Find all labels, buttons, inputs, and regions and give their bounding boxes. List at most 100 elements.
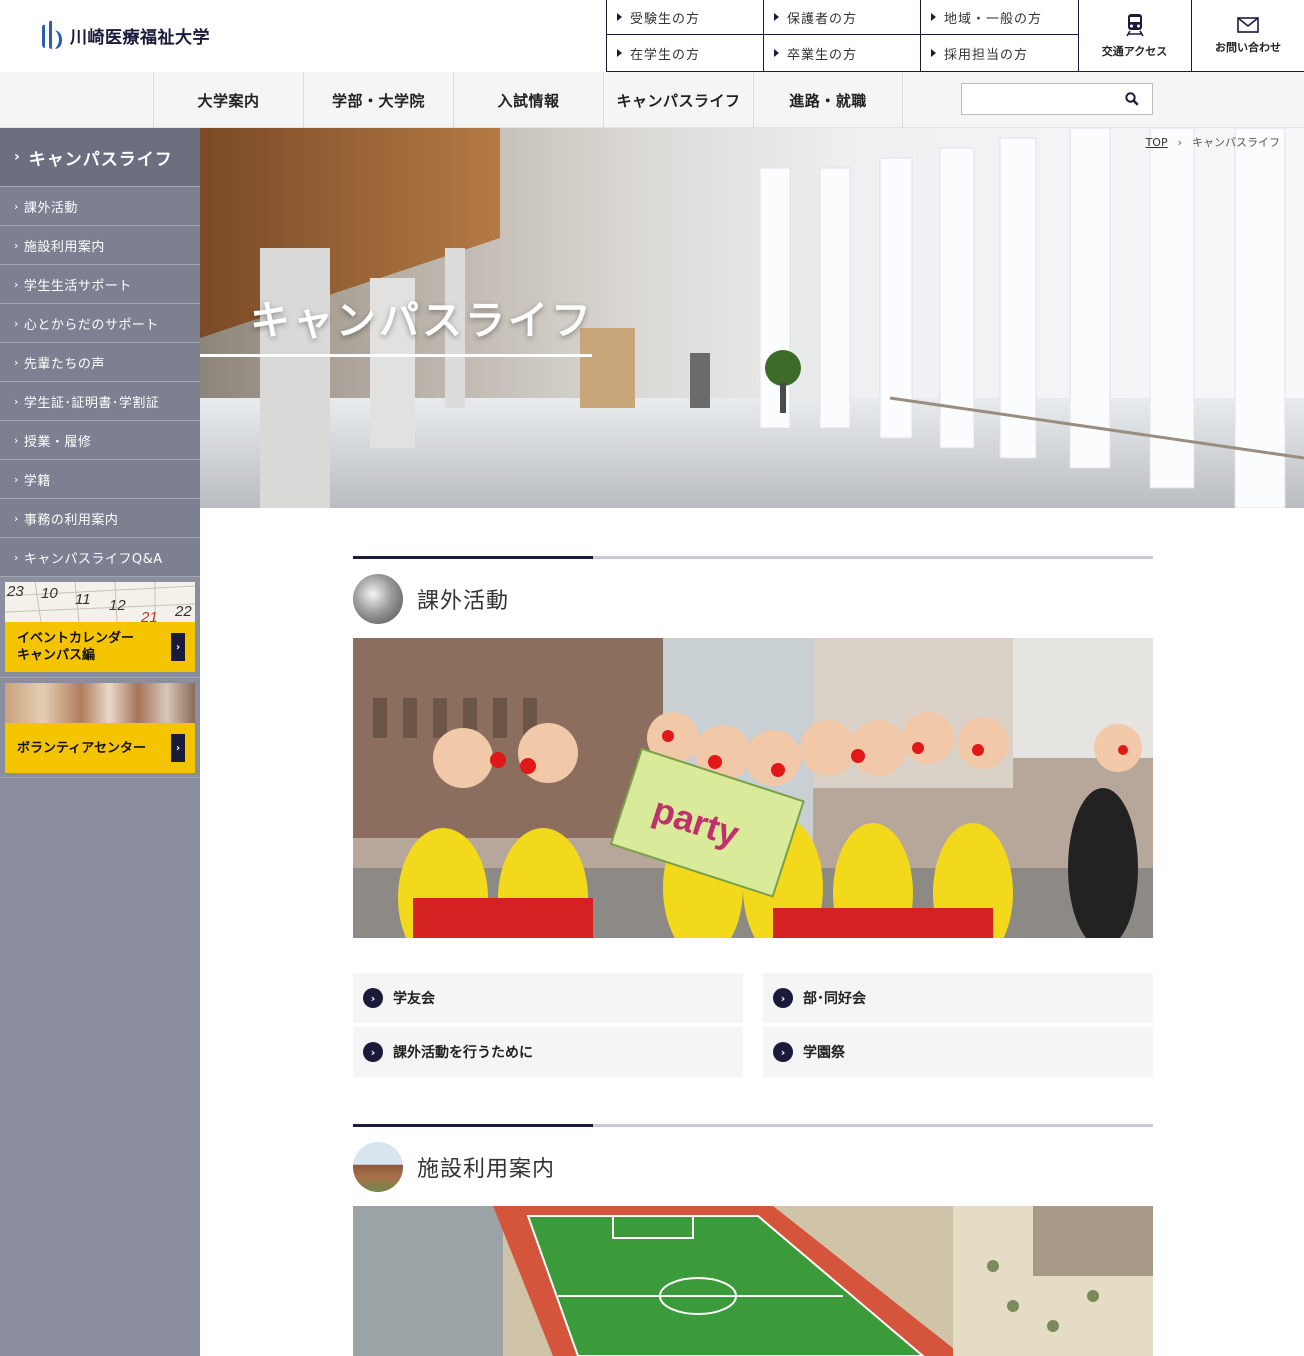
sidebar-item-senior-voices[interactable]: › 先輩たちの声: [0, 342, 200, 381]
link-activity-guidelines[interactable]: › 課外活動を行うために: [353, 1027, 743, 1077]
global-nav: 大学案内 学部・大学院 入試情報 キャンパスライフ 進路・就職: [0, 72, 1304, 128]
gnav-admissions[interactable]: 入試情報: [453, 72, 603, 128]
sidebar-item-student-support[interactable]: › 学生生活サポート: [0, 264, 200, 303]
section-facilities: 施設利用案内: [353, 1124, 1153, 1356]
sidebar-item-label: 施設利用案内: [23, 239, 105, 255]
sidebar-item-extracurricular[interactable]: › 課外活動: [0, 186, 200, 225]
audience-link-label: 在学生の方: [630, 47, 701, 63]
link-label: 学園祭: [803, 1045, 845, 1061]
chevron-right-icon: ›: [363, 988, 383, 1008]
triangle-right-icon: [774, 49, 779, 57]
gnav-about[interactable]: 大学案内: [153, 72, 303, 128]
chevron-right-icon: ›: [14, 149, 21, 165]
link-clubs[interactable]: › 部･同好会: [763, 973, 1153, 1023]
sports-field-photo: [353, 1206, 1153, 1356]
banner-line1: ボランティアセンター: [17, 740, 146, 756]
chevron-right-icon: ›: [14, 199, 19, 213]
event-calendar-label: イベントカレンダー キャンパス編 ›: [5, 622, 195, 672]
clown-club-graphic: party: [353, 638, 1153, 938]
chevron-right-icon: ›: [14, 511, 19, 525]
chevron-right-icon: ›: [14, 394, 19, 408]
chevron-right-icon: ›: [363, 1042, 383, 1062]
audience-link-recruiters[interactable]: 採用担当の方: [921, 35, 1079, 71]
gnav-campus-life[interactable]: キャンパスライフ: [603, 72, 753, 128]
chevron-right-icon: ›: [14, 316, 19, 330]
event-calendar-banner[interactable]: 23 10 11 12 21 22 イベントカレンダー キャンパス編 ›: [0, 576, 200, 677]
chevron-right-icon: ›: [171, 734, 185, 762]
calendar-number: 11: [75, 591, 91, 608]
audience-link-prospective[interactable]: 受験生の方: [607, 0, 764, 35]
gnav-career[interactable]: 進路・就職: [753, 72, 903, 128]
volunteer-center-label: ボランティアセンター ›: [5, 723, 195, 773]
section-thumbnail: [353, 1142, 403, 1192]
search-button[interactable]: [1112, 84, 1152, 114]
sidebar-item-office-guide[interactable]: › 事務の利用案内: [0, 498, 200, 537]
audience-link-students[interactable]: 在学生の方: [607, 35, 764, 71]
chevron-right-icon: ›: [773, 988, 793, 1008]
section-extracurricular: 課外活動 party › 学友会 › 部･同好会 › 課外活動を行うために › …: [353, 556, 1153, 1077]
sports-field-graphic: [353, 1206, 1153, 1356]
gnav-faculties[interactable]: 学部・大学院: [303, 72, 453, 128]
section-title: 施設利用案内: [417, 1157, 556, 1182]
title-underline: [200, 354, 592, 357]
audience-link-alumni[interactable]: 卒業生の方: [764, 35, 921, 71]
breadcrumb-home-link[interactable]: TOP: [1146, 136, 1168, 149]
section-thumbnail: [353, 574, 403, 624]
calendar-number: 10: [41, 585, 58, 602]
link-student-association[interactable]: › 学友会: [353, 973, 743, 1023]
calendar-number: 23: [6, 583, 24, 600]
sidebar-item-label: 学生証･証明書･学割証: [23, 395, 160, 411]
sidebar-item-qa[interactable]: › キャンパスライフQ&A: [0, 537, 200, 576]
audience-link-community[interactable]: 地域・一般の方: [921, 0, 1079, 35]
audience-link-label: 採用担当の方: [944, 47, 1029, 63]
breadcrumb: TOP › キャンパスライフ: [1146, 134, 1280, 150]
calendar-graphic: 23 10 11 12 21 22: [5, 582, 195, 622]
calendar-image: 23 10 11 12 21 22: [5, 582, 195, 622]
volunteer-center-banner[interactable]: ボランティアセンター ›: [0, 677, 200, 778]
search-icon: [1125, 92, 1139, 106]
link-label: 学友会: [393, 991, 435, 1007]
triangle-right-icon: [617, 13, 622, 21]
audience-link-label: 地域・一般の方: [944, 11, 1043, 27]
chevron-right-icon: ›: [14, 355, 19, 369]
university-logo[interactable]: 川崎医療福祉大学: [40, 18, 210, 52]
chevron-right-icon: ›: [14, 433, 19, 447]
banner-line1: イベントカレンダー: [17, 631, 135, 646]
sidebar-item-courses[interactable]: › 授業・履修: [0, 420, 200, 459]
sidebar-item-health-support[interactable]: › 心とからだのサポート: [0, 303, 200, 342]
university-name: 川崎医療福祉大学: [70, 27, 210, 48]
sidebar-item-label: 学籍: [23, 473, 51, 489]
audience-link-label: 受験生の方: [630, 11, 701, 27]
section-header: 課外活動: [353, 574, 1153, 624]
sidebar-item-enrollment[interactable]: › 学籍: [0, 459, 200, 498]
search-box: [961, 83, 1153, 115]
audience-link-parents[interactable]: 保護者の方: [764, 0, 921, 35]
access-button[interactable]: 交通アクセス: [1078, 0, 1192, 72]
sidebar-heading-label: キャンパスライフ: [28, 149, 173, 170]
section-title: 課外活動: [417, 589, 510, 614]
sidebar-item-student-id[interactable]: › 学生証･証明書･学割証: [0, 381, 200, 420]
sidebar-item-label: 事務の利用案内: [23, 512, 119, 528]
section-header: 施設利用案内: [353, 1142, 1153, 1192]
breadcrumb-separator-icon: ›: [1177, 135, 1182, 149]
contact-label: お問い合わせ: [1215, 40, 1281, 54]
extracurricular-links: › 学友会 › 部･同好会 › 課外活動を行うために › 学園祭: [353, 973, 1153, 1077]
chevron-right-icon: ›: [773, 1042, 793, 1062]
audience-link-label: 卒業生の方: [787, 47, 858, 63]
contact-button[interactable]: お問い合わせ: [1192, 0, 1304, 72]
sidebar-heading[interactable]: › キャンパスライフ: [0, 128, 200, 186]
link-school-festival[interactable]: › 学園祭: [763, 1027, 1153, 1077]
hero-banner: TOP › キャンパスライフ キャンパスライフ: [200, 128, 1304, 508]
triangle-right-icon: [774, 13, 779, 21]
link-label: 部･同好会: [803, 991, 866, 1007]
clown-club-photo: party: [353, 638, 1153, 938]
sidebar-item-label: 授業・履修: [23, 434, 92, 450]
sidebar-item-facilities[interactable]: › 施設利用案内: [0, 225, 200, 264]
chevron-right-icon: ›: [14, 277, 19, 291]
sidebar-item-label: 先輩たちの声: [23, 356, 105, 372]
sidebar-item-label: キャンパスライフQ&A: [23, 551, 163, 567]
banner-line2: キャンパス編: [17, 648, 96, 663]
chevron-right-icon: ›: [14, 472, 19, 486]
search-input[interactable]: [962, 84, 1112, 114]
calendar-number: 22: [174, 603, 192, 620]
